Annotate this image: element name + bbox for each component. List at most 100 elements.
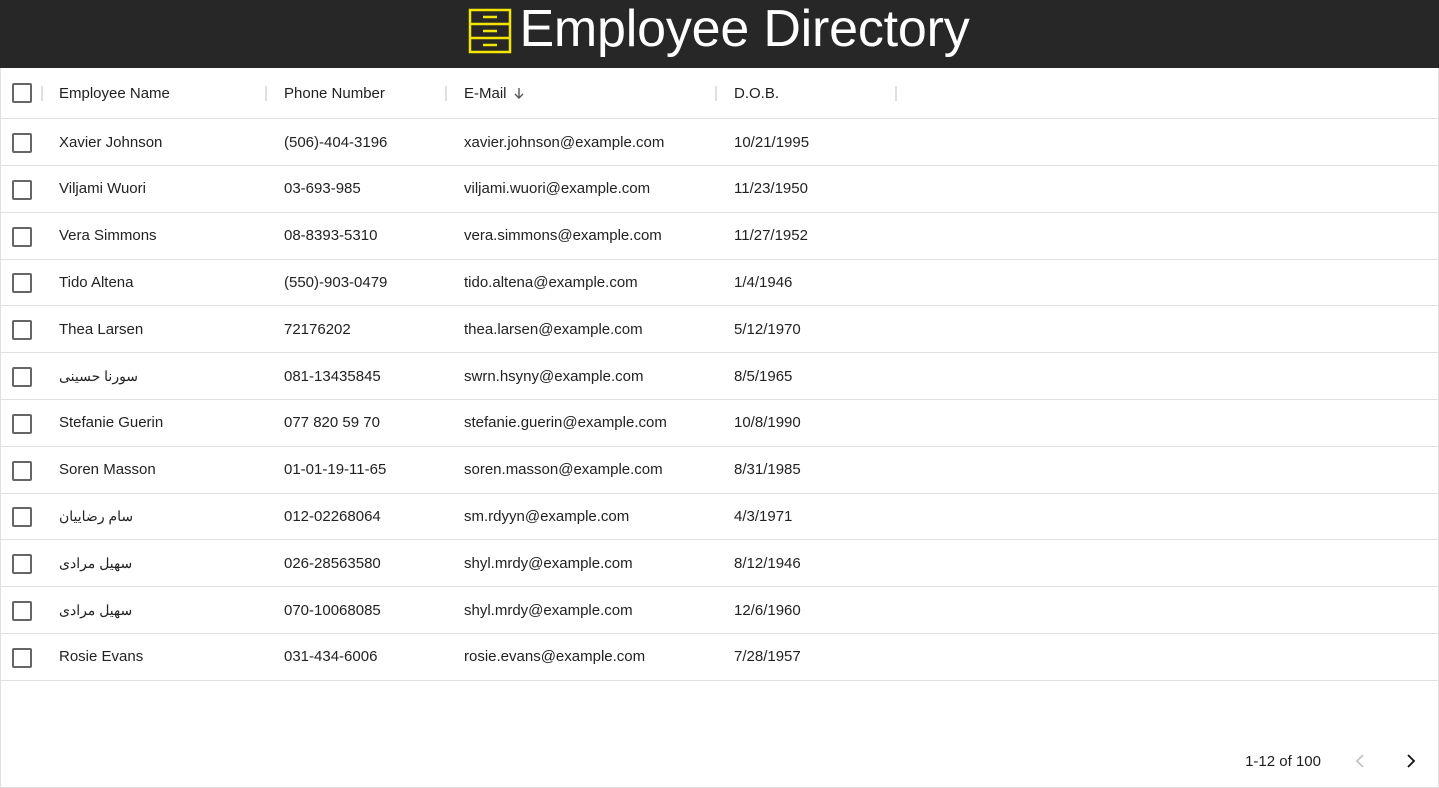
cell-email[interactable]: soren.masson@example.com [464,447,663,493]
cell-dob-text: 10/21/1995 [734,133,810,151]
row-select-checkbox[interactable] [12,413,32,434]
cell-name-text: سورنا حسینی [59,367,139,384]
cell-phone[interactable]: 012-02268064 [284,493,381,539]
table-row[interactable]: Tido Altena (550)-903-0479 tido.altena@exa… [1,259,1438,307]
cell-dob-text: 7/28/1957 [734,648,801,666]
cell-phone[interactable]: 01-01-19-11-65 [284,447,386,493]
cell-name-text: سهیل مرادی [59,554,133,571]
cell-name[interactable]: Vera Simmons [59,213,157,259]
cell-name-text: Rosie Evans [59,648,144,666]
cell-email-text: tido.altena@example.com [464,273,638,291]
cell-dob[interactable]: 12/6/1960 [734,587,801,633]
row-select-checkbox[interactable] [12,507,32,528]
cell-email-text: sm.rdyyn@example.com [464,507,630,525]
cell-email-text: swrn.hsyny@example.com [464,367,644,385]
cell-email[interactable]: swrn.hsyny@example.com [464,353,643,399]
cell-dob[interactable]: 4/3/1971 [734,493,792,539]
table-row[interactable]: Viljami Wuori 03-693-985 viljami.wuori@exa… [1,166,1438,213]
cell-name[interactable]: Soren Masson [59,447,156,493]
app-header: Employee Directory [0,0,1439,68]
table-row[interactable]: Rosie Evans 031-434-6006 rosie.evans@examp… [1,634,1438,681]
table-row[interactable]: Thea Larsen 72176202 thea.larsen@example.c… [1,306,1438,354]
column-separator[interactable] [895,86,897,101]
row-select-checkbox[interactable] [12,273,32,294]
cell-phone[interactable]: 031-434-6006 [284,634,377,680]
arrow-down-icon[interactable] [512,86,526,100]
column-header-email[interactable]: E-Mail [464,68,526,118]
column-header-dob[interactable]: D.O.B. [734,68,779,118]
cell-phone[interactable]: (550)-903-0479 [284,259,387,305]
cell-email[interactable]: xavier.johnson@example.com [464,119,664,165]
row-select-checkbox[interactable] [12,647,32,668]
cell-email[interactable]: viljami.wuori@example.com [464,166,650,212]
cell-name[interactable]: Thea Larsen [59,306,143,352]
table-row[interactable]: Stefanie Guerin 077 820 59 70 stefanie.gue… [1,400,1438,447]
cell-email[interactable]: rosie.evans@example.com [464,634,645,680]
cell-name[interactable]: Stefanie Guerin [59,400,163,446]
cell-email[interactable]: stefanie.guerin@example.com [464,400,667,446]
table-row[interactable]: سورنا حسینی 081-13435845 swrn.hsyny@exampl… [1,353,1438,400]
cell-dob[interactable]: 11/23/1950 [734,166,808,212]
cell-name[interactable]: Tido Altena [59,259,134,305]
column-header-employee-name[interactable]: Employee Name [59,68,170,118]
row-select-checkbox[interactable] [12,133,32,153]
row-select-checkbox[interactable] [12,367,32,387]
cell-name[interactable]: سورنا حسینی [59,353,138,399]
cell-name[interactable]: سهیل مرادی [59,540,132,586]
table-row[interactable]: Vera Simmons 08-8393-5310 vera.simmons@exa… [1,213,1438,260]
cell-email[interactable]: sm.rdyyn@example.com [464,493,629,539]
cell-email-text: shyl.mrdy@example.com [464,554,633,572]
cell-dob-text: 10/8/1990 [734,414,801,432]
cell-dob[interactable]: 10/21/1995 [734,119,809,165]
cell-phone[interactable]: (506)-404-3196 [284,119,387,165]
cell-name[interactable]: سهیل مرادی [59,587,132,633]
column-separator[interactable] [265,86,267,101]
table-row[interactable]: Xavier Johnson (506)-404-3196 xavier.johns… [1,119,1438,166]
cell-dob-text: 11/23/1950 [734,180,808,198]
row-select-checkbox[interactable] [12,179,32,200]
grid-header-row: Employee Name Phone Number E-Mail D.O.B. [1,68,1438,119]
cell-name[interactable]: Rosie Evans [59,634,143,680]
table-row[interactable]: سهیل مرادی 070-10068085 shyl.mrdy@example.… [1,587,1438,634]
cell-dob[interactable]: 10/8/1990 [734,400,801,446]
column-separator[interactable] [445,86,447,101]
row-select-checkbox[interactable] [12,320,32,341]
cell-phone[interactable]: 070-10068085 [284,587,381,633]
cell-name[interactable]: Xavier Johnson [59,119,162,165]
table-row[interactable]: سهیل مرادی 026-28563580 shyl.mrdy@example.… [1,540,1438,588]
cell-dob[interactable]: 8/5/1965 [734,353,792,399]
previous-page-button[interactable] [1346,746,1376,776]
column-separator[interactable] [715,86,717,101]
cell-dob[interactable]: 8/12/1946 [734,540,801,586]
row-select-checkbox[interactable] [12,460,32,481]
cell-email[interactable]: thea.larsen@example.com [464,306,643,352]
cell-dob[interactable]: 11/27/1952 [734,213,808,259]
cell-phone[interactable]: 026-28563580 [284,540,381,586]
cell-name[interactable]: Viljami Wuori [59,166,146,212]
cell-dob[interactable]: 5/12/1970 [734,306,801,352]
row-select-checkbox[interactable] [12,226,32,247]
cell-email[interactable]: tido.altena@example.com [464,259,638,305]
cell-phone[interactable]: 03-693-985 [284,166,361,212]
table-row[interactable]: سام رضاییان 012-02268064 sm.rdyyn@example.… [1,493,1438,541]
cell-phone[interactable]: 081-13435845 [284,353,381,399]
column-header-phone-number[interactable]: Phone Number [284,68,385,118]
select-all-checkbox[interactable] [12,83,32,103]
table-row[interactable]: Soren Masson 01-01-19-11-65 soren.masson@e… [1,447,1438,494]
cell-dob[interactable]: 7/28/1957 [734,634,801,680]
cell-phone[interactable]: 72176202 [284,306,351,352]
cell-email[interactable]: shyl.mrdy@example.com [464,587,633,633]
row-select-checkbox[interactable] [12,601,32,621]
cell-dob-text: 11/27/1952 [734,227,808,245]
cell-phone[interactable]: 08-8393-5310 [284,213,377,259]
cell-phone-text: 081-13435845 [284,367,381,385]
cell-phone[interactable]: 077 820 59 70 [284,400,380,446]
row-select-checkbox[interactable] [12,554,32,575]
cell-dob[interactable]: 8/31/1985 [734,447,801,493]
next-page-button[interactable] [1395,746,1425,776]
cell-email[interactable]: shyl.mrdy@example.com [464,540,633,586]
cell-dob[interactable]: 1/4/1946 [734,259,792,305]
cell-name[interactable]: سام رضاییان [59,493,133,539]
cell-email[interactable]: vera.simmons@example.com [464,213,662,259]
column-separator[interactable] [41,86,43,101]
